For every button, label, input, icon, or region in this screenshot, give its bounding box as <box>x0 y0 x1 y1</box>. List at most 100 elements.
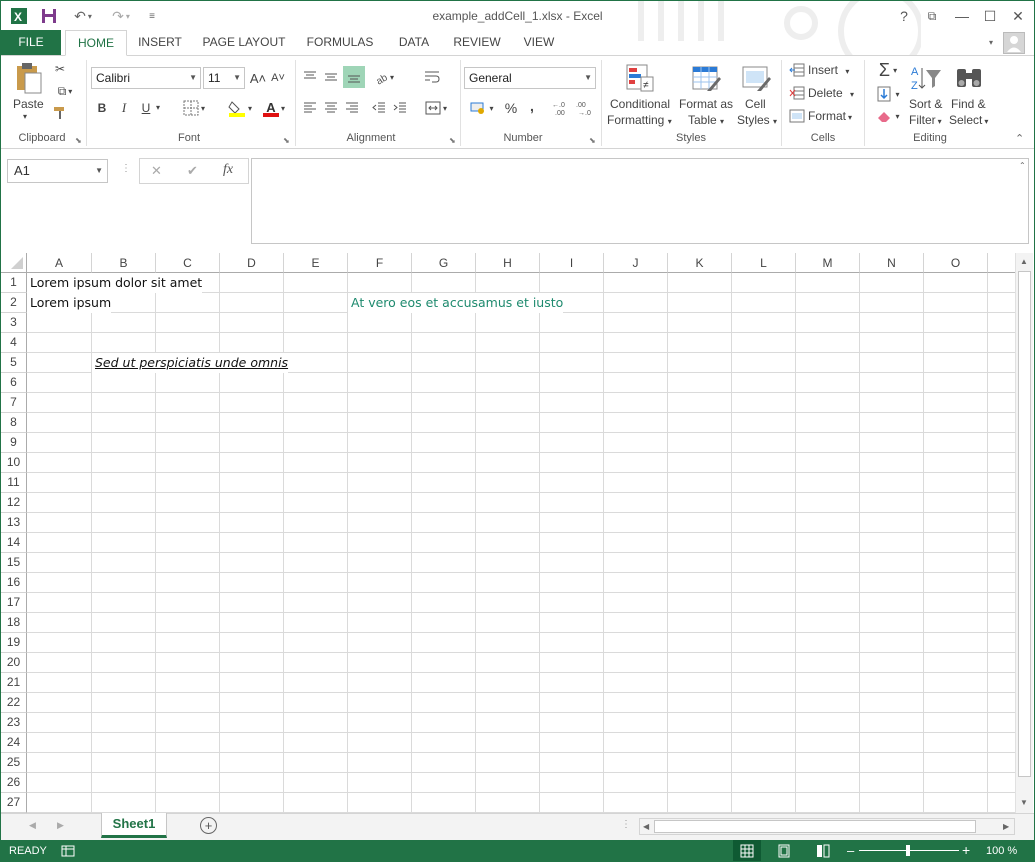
borders-icon[interactable]: ▾ <box>179 98 209 118</box>
cell-a1[interactable]: Lorem ipsum dolor sit amet <box>27 273 203 293</box>
grow-font-button[interactable]: A˄ <box>249 68 267 88</box>
sort-filter-label-2[interactable]: Filter ▾ <box>909 113 942 127</box>
row-header-8[interactable]: 8 <box>1 413 27 433</box>
row-header-24[interactable]: 24 <box>1 733 27 753</box>
maximize-button[interactable]: ☐ <box>979 5 1001 27</box>
decrease-indent-icon[interactable] <box>370 98 388 118</box>
column-header-j[interactable]: J <box>604 253 668 273</box>
collapse-ribbon-icon[interactable]: ⌃ <box>1015 132 1024 145</box>
wrap-text-icon[interactable] <box>421 66 443 88</box>
column-header-f[interactable]: F <box>348 253 412 273</box>
format-as-table-icon[interactable] <box>689 62 723 94</box>
tab-home[interactable]: HOME <box>65 30 127 56</box>
cell-styles-label-1[interactable]: Cell <box>745 97 766 111</box>
insert-cells-icon[interactable] <box>788 62 806 78</box>
column-header-d[interactable]: D <box>220 253 284 273</box>
align-left-icon[interactable] <box>301 98 319 118</box>
row-header-26[interactable]: 26 <box>1 773 27 793</box>
column-header-h[interactable]: H <box>476 253 540 273</box>
zoom-out-button[interactable]: – <box>847 843 854 858</box>
new-sheet-button[interactable]: + <box>200 817 217 834</box>
scroll-left-icon[interactable]: ◀ <box>643 822 649 831</box>
column-header-partial[interactable] <box>988 253 1015 273</box>
increase-indent-icon[interactable] <box>391 98 409 118</box>
row-header-6[interactable]: 6 <box>1 373 27 393</box>
align-right-icon[interactable] <box>343 98 361 118</box>
zoom-slider-thumb[interactable] <box>906 845 910 856</box>
next-sheet-icon[interactable]: ▶ <box>57 820 64 831</box>
row-header-25[interactable]: 25 <box>1 753 27 773</box>
italic-button[interactable]: I <box>116 98 132 118</box>
fill-color-icon[interactable]: ▾ <box>223 98 257 118</box>
format-as-table-label-2[interactable]: Table ▾ <box>688 113 724 127</box>
column-header-g[interactable]: G <box>412 253 476 273</box>
help-button[interactable]: ? <box>893 5 915 27</box>
column-header-l[interactable]: L <box>732 253 796 273</box>
format-painter-icon[interactable] <box>51 104 69 122</box>
row-header-19[interactable]: 19 <box>1 633 27 653</box>
clipboard-launcher-icon[interactable]: ⬊ <box>75 136 82 145</box>
sheet-tab-sheet1[interactable]: Sheet1 <box>101 813 167 838</box>
account-dropdown-icon[interactable]: ▾ <box>989 38 993 47</box>
zoom-in-button[interactable]: + <box>962 842 970 858</box>
column-header-e[interactable]: E <box>284 253 348 273</box>
scroll-right-icon[interactable]: ▶ <box>1003 822 1009 831</box>
vertical-scrollbar[interactable]: ▲ ▼ <box>1015 253 1033 813</box>
column-header-n[interactable]: N <box>860 253 924 273</box>
tab-page-layout[interactable]: PAGE LAYOUT <box>197 30 291 55</box>
percent-style-button[interactable]: % <box>501 98 521 118</box>
tab-view[interactable]: VIEW <box>515 30 563 55</box>
decrease-decimal-icon[interactable]: .00 →.0 <box>575 98 597 118</box>
insert-function-button[interactable]: fx <box>223 162 233 178</box>
row-header-14[interactable]: 14 <box>1 533 27 553</box>
formula-input[interactable] <box>251 158 1029 244</box>
format-cells-icon[interactable] <box>788 108 806 124</box>
accounting-format-icon[interactable]: ▾ <box>466 98 498 118</box>
orientation-icon[interactable]: ab ▾ <box>369 66 399 88</box>
align-middle-icon[interactable] <box>322 66 340 88</box>
comma-style-button[interactable]: , <box>525 96 539 116</box>
cell-f2[interactable]: At vero eos et accusamus et iusto <box>348 293 564 313</box>
macro-record-icon[interactable] <box>61 844 75 861</box>
copy-icon[interactable]: ⧉ ▾ <box>51 82 79 100</box>
increase-decimal-icon[interactable]: ←.0.00 <box>551 98 573 118</box>
row-header-5[interactable]: 5 <box>1 353 27 373</box>
underline-dropdown-icon[interactable]: ▾ <box>156 103 160 112</box>
number-launcher-icon[interactable]: ⬊ <box>589 136 596 145</box>
row-header-20[interactable]: 20 <box>1 653 27 673</box>
find-select-icon[interactable] <box>953 62 985 94</box>
row-header-27[interactable]: 27 <box>1 793 27 813</box>
horizontal-scrollbar[interactable]: ◀ ▶ <box>639 818 1015 835</box>
row-header-1[interactable]: 1 <box>1 273 27 293</box>
row-header-10[interactable]: 10 <box>1 453 27 473</box>
align-top-icon[interactable] <box>301 66 319 88</box>
vertical-scroll-thumb[interactable] <box>1018 271 1031 777</box>
row-header-7[interactable]: 7 <box>1 393 27 413</box>
page-layout-view-icon[interactable] <box>777 844 791 861</box>
font-name-dropdown[interactable]: Calibri ▼ <box>91 67 201 89</box>
cell-styles-label-2[interactable]: Styles ▾ <box>737 113 777 127</box>
font-color-button[interactable]: A ▾ <box>259 98 289 118</box>
conditional-formatting-label-1[interactable]: Conditional <box>610 97 670 111</box>
expand-formula-bar-icon[interactable]: ⌃ <box>1019 161 1026 170</box>
clear-icon[interactable]: ▾ <box>871 106 905 126</box>
cut-icon[interactable]: ✂ <box>51 60 69 78</box>
tab-formulas[interactable]: FORMULAS <box>301 30 379 55</box>
row-header-9[interactable]: 9 <box>1 433 27 453</box>
insert-cells-button[interactable]: Insert ▾ <box>808 63 849 77</box>
column-header-o[interactable]: O <box>924 253 988 273</box>
delete-cells-icon[interactable] <box>788 85 806 101</box>
tab-review[interactable]: REVIEW <box>449 30 505 55</box>
paste-dropdown-icon[interactable]: ▾ <box>23 112 27 121</box>
format-cells-button[interactable]: Format ▾ <box>808 109 852 123</box>
align-center-icon[interactable] <box>322 98 340 118</box>
paste-button[interactable]: Paste <box>13 97 44 111</box>
enter-formula-button[interactable]: ✔ <box>187 163 198 179</box>
cell-styles-icon[interactable] <box>739 62 773 94</box>
sort-filter-icon[interactable]: AZ <box>909 62 943 94</box>
font-size-dropdown[interactable]: 11 ▼ <box>203 67 245 89</box>
row-header-2[interactable]: 2 <box>1 293 27 313</box>
horizontal-scroll-thumb[interactable] <box>654 820 976 833</box>
ribbon-display-button[interactable]: ⧉ <box>921 5 943 27</box>
align-bottom-icon[interactable] <box>343 66 365 88</box>
